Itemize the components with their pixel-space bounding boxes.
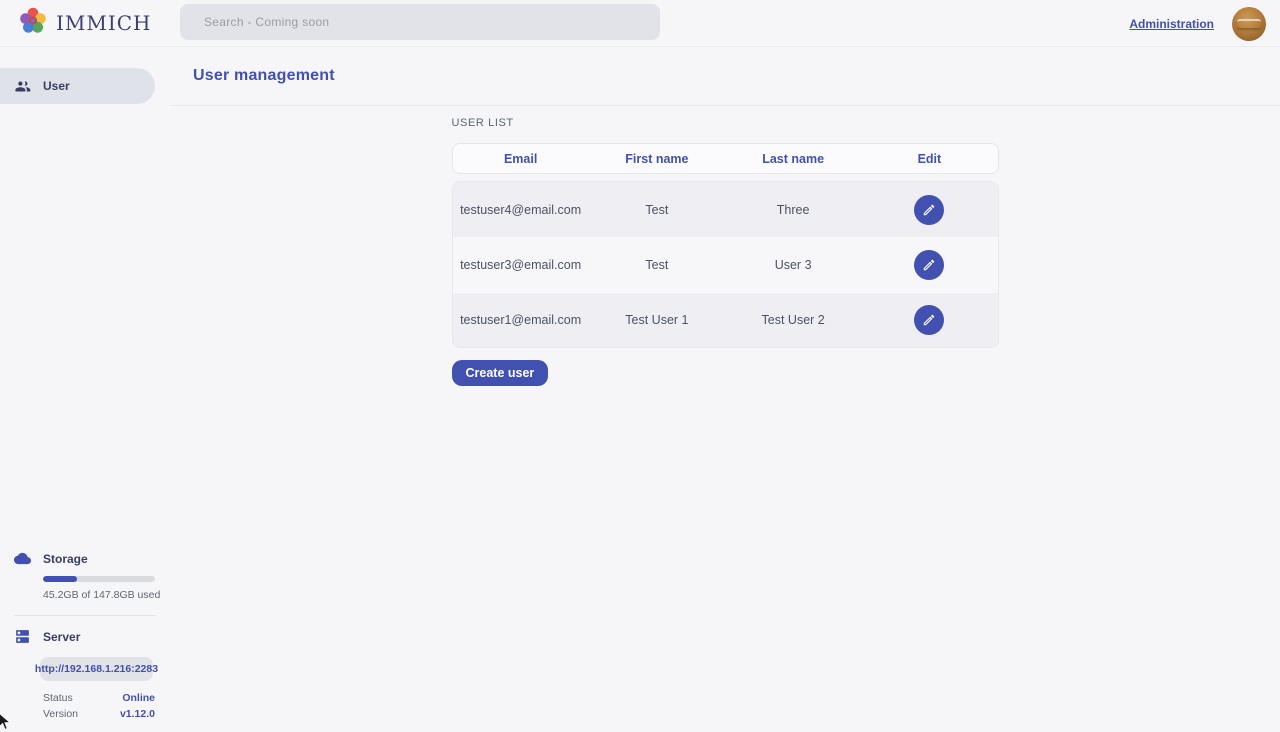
topbar-right-group: Administration [1129,0,1266,47]
page-title: User management [193,67,335,85]
user-table-header: Email First name Last name Edit [452,143,999,174]
server-status-row: Status Online [43,690,155,706]
top-header-bar: IMMICH Administration [0,0,1280,47]
edit-user-button[interactable] [914,195,944,225]
sidebar: User Storage 45.2GB of 147.8GB used Serv… [0,47,170,730]
page-header: User management [170,47,1280,106]
search-input[interactable] [180,4,660,40]
column-header-edit: Edit [861,152,997,166]
storage-title: Storage [43,552,88,566]
user-email: testuser1@email.com [453,313,589,327]
server-title: Server [43,630,80,644]
user-table-body: testuser4@email.com Test Three testuser3… [452,181,999,348]
app-logo-text: IMMICH [56,11,152,35]
server-url-badge: http://192.168.1.216:2283 [40,657,153,681]
user-email: testuser3@email.com [453,258,589,272]
mouse-cursor [0,712,14,732]
pencil-icon [922,258,936,272]
pencil-icon [922,203,936,217]
storage-progress-fill [43,576,77,582]
user-list-section: USER LIST Email First name Last name Edi… [452,117,999,386]
server-section-header: Server [0,628,170,645]
users-icon [14,78,31,95]
server-version-label: Version [43,708,78,720]
administration-link[interactable]: Administration [1129,17,1214,31]
column-header-first-name: First name [589,152,725,166]
edit-user-button[interactable] [914,250,944,280]
table-row: testuser3@email.com Test User 3 [453,237,998,292]
user-last-name: User 3 [725,258,861,272]
user-last-name: Three [725,203,861,217]
column-header-email: Email [453,152,589,166]
column-header-last-name: Last name [725,152,861,166]
server-status-value: Online [122,692,155,704]
user-last-name: Test User 2 [725,313,861,327]
server-status-label: Status [43,692,73,704]
app-logo[interactable]: IMMICH [18,6,152,41]
table-row: testuser4@email.com Test Three [453,182,998,237]
immich-flower-icon [18,6,48,41]
storage-usage-text: 45.2GB of 147.8GB used [43,589,170,601]
table-row: testuser1@email.com Test User 1 Test Use… [453,292,998,347]
main-content: User management USER LIST Email First na… [170,47,1280,730]
edit-user-button[interactable] [914,305,944,335]
server-version-row: Version v1.12.0 [43,706,155,722]
user-email: testuser4@email.com [453,203,589,217]
server-version-value: v1.12.0 [120,708,155,720]
user-list-label: USER LIST [452,117,999,129]
user-first-name: Test User 1 [589,313,725,327]
cloud-icon [14,550,31,567]
server-icon [14,628,31,645]
sidebar-footer: Storage 45.2GB of 147.8GB used Server ht… [0,550,170,722]
sidebar-divider [14,615,156,616]
user-first-name: Test [589,258,725,272]
storage-section-header: Storage [0,550,170,567]
sidebar-item-user[interactable]: User [0,68,155,104]
user-avatar[interactable] [1232,7,1266,41]
sidebar-item-label: User [43,79,70,93]
pencil-icon [922,313,936,327]
user-first-name: Test [589,203,725,217]
storage-progress-bar [43,576,155,582]
create-user-button[interactable]: Create user [452,360,549,386]
